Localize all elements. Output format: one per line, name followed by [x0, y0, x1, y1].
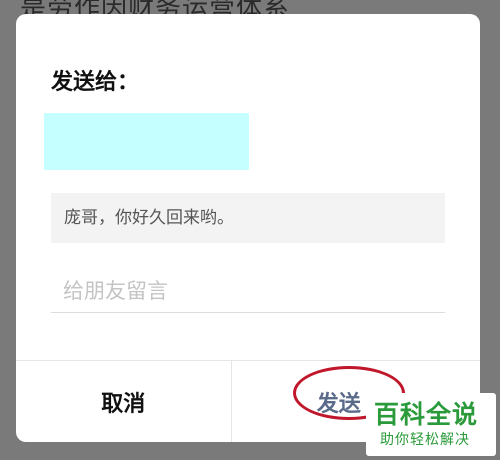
share-dialog: 发送给： 庞哥，你好久回来哟。 取消 发送 [16, 14, 480, 442]
watermark-logo: 百科全说 助你轻松解决 [366, 393, 496, 456]
recipient-avatar-redacted [44, 113, 249, 170]
watermark-title: 百科全说 [374, 400, 479, 429]
message-preview: 庞哥，你好久回来哟。 [51, 193, 445, 243]
dialog-title: 发送给： [51, 70, 140, 95]
comment-input[interactable] [51, 273, 445, 313]
cancel-button[interactable]: 取消 [16, 361, 232, 442]
watermark-subtitle: 助你轻松解决 [380, 432, 470, 448]
